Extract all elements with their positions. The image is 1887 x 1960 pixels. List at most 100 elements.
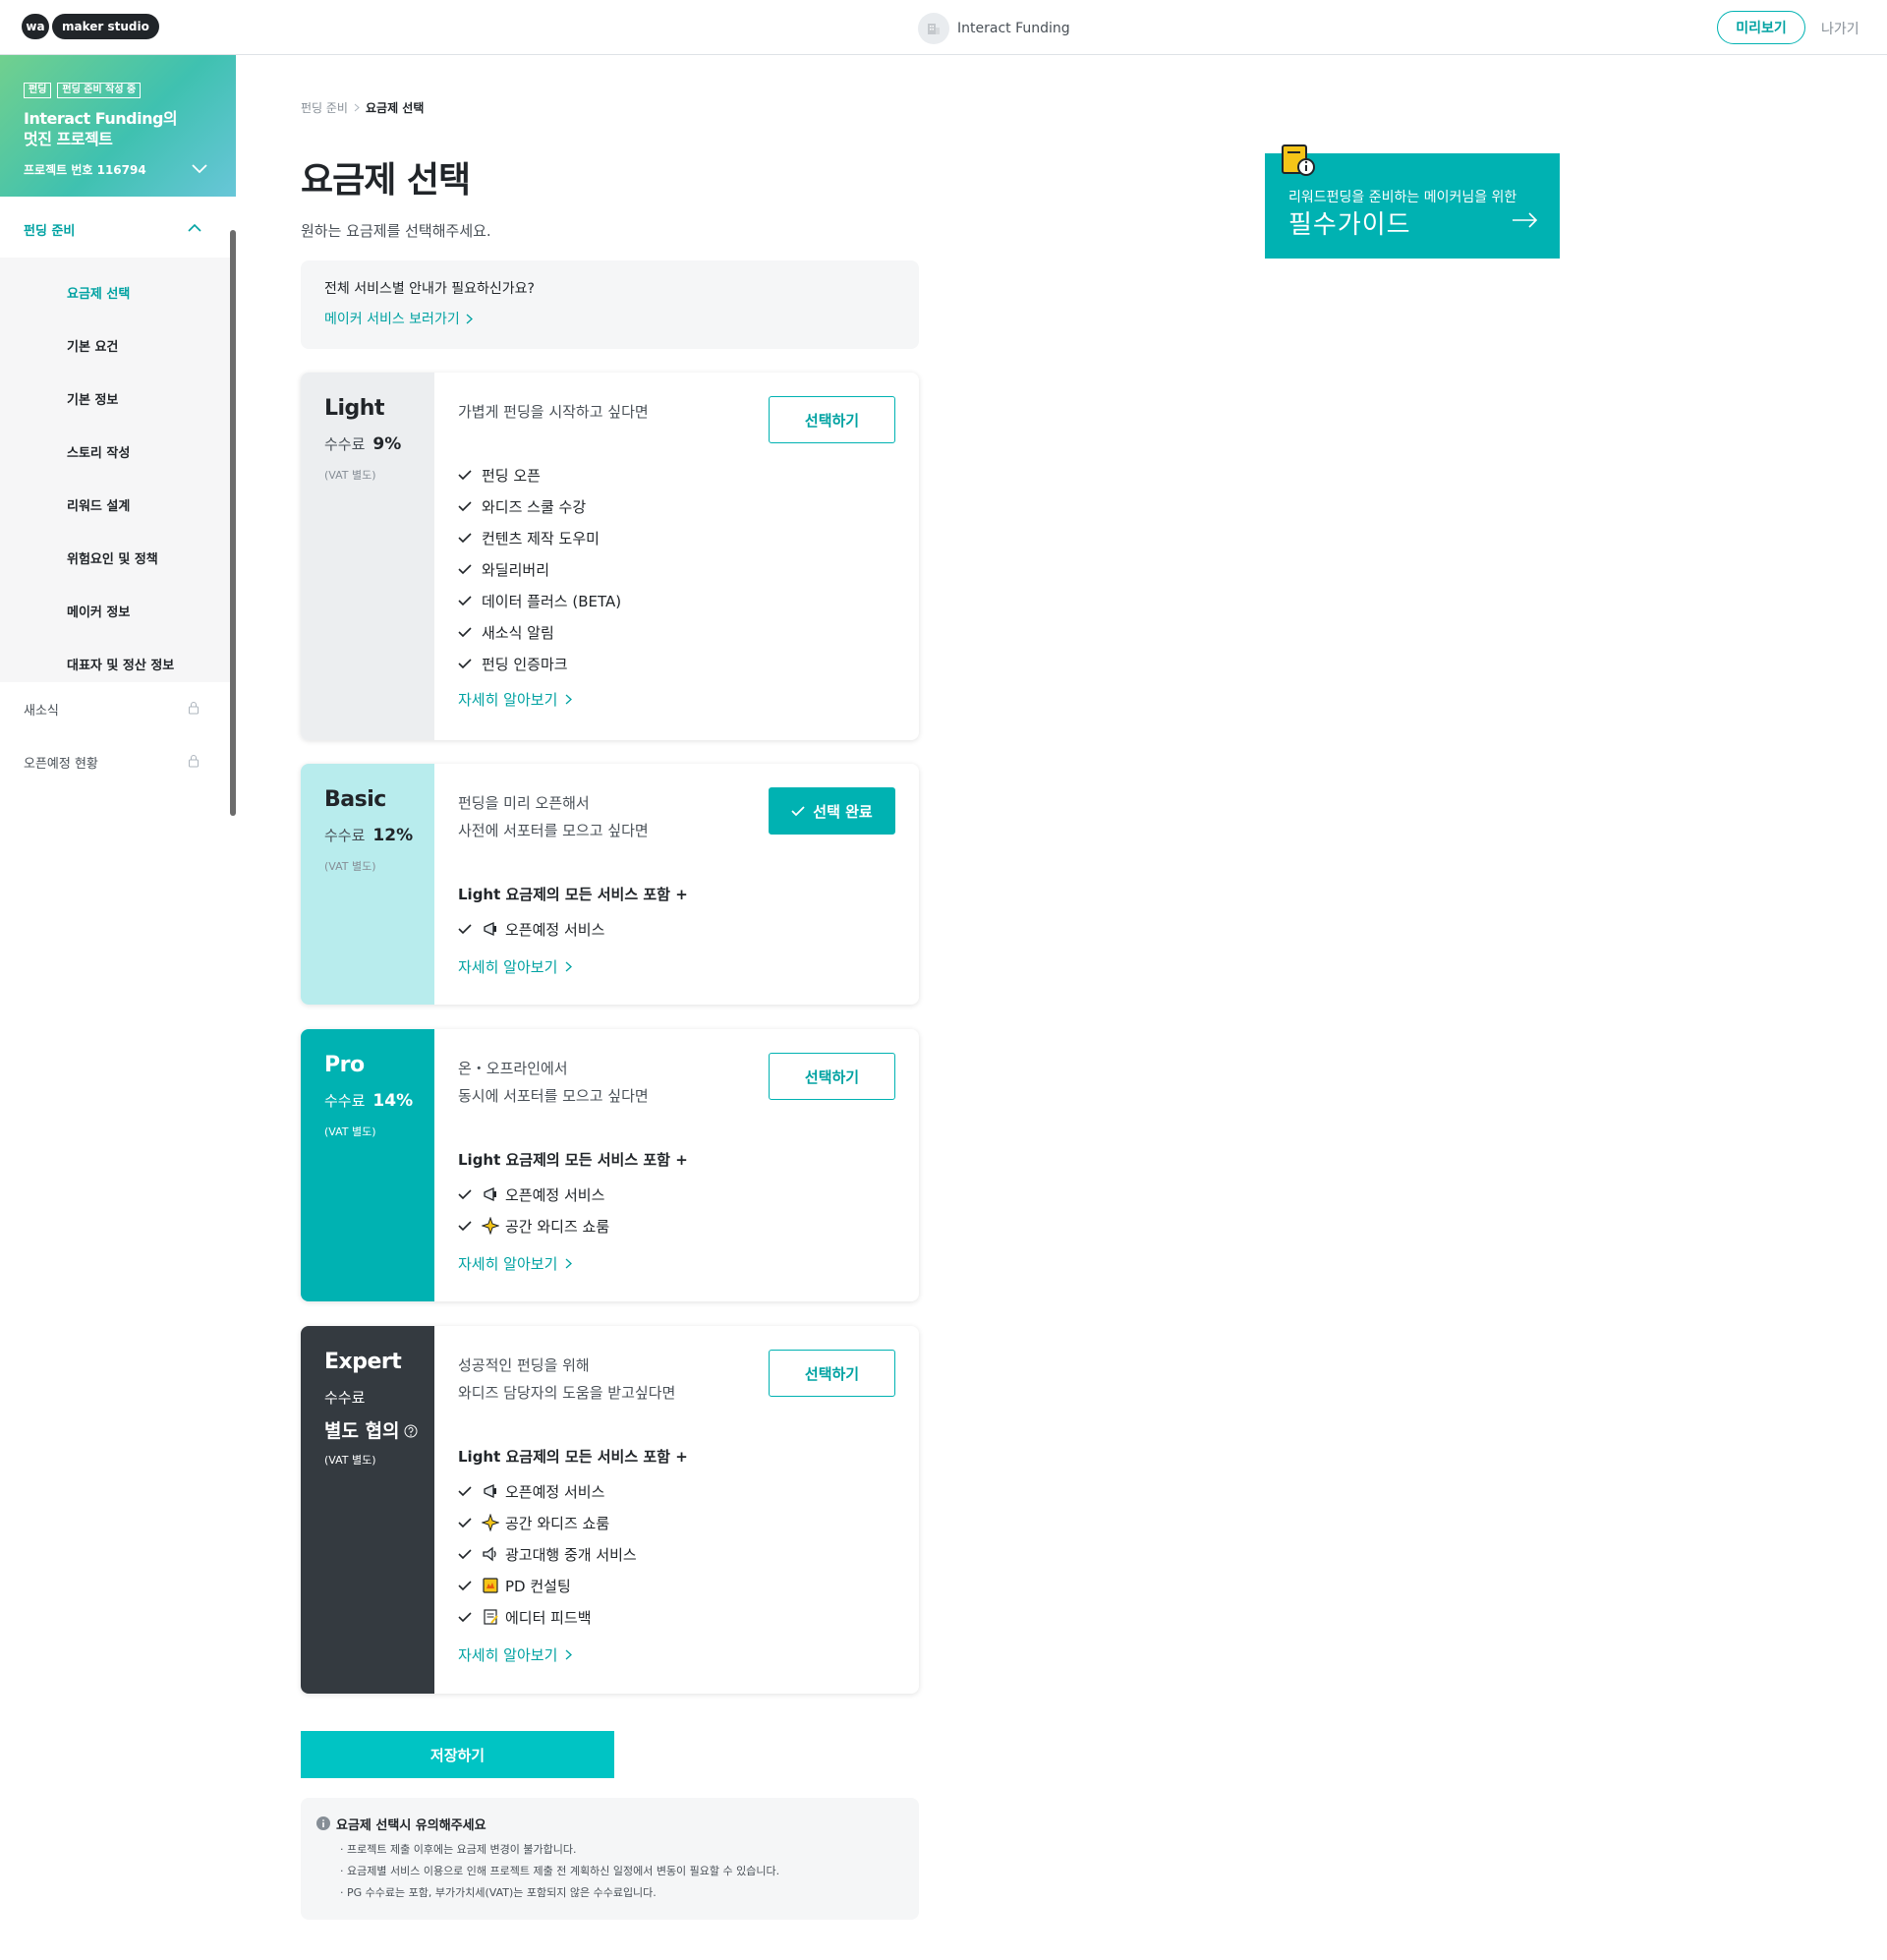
sidebar-item-story[interactable]: 스토리 작성 bbox=[67, 442, 130, 461]
list-item: 펀딩 인증마크 bbox=[458, 648, 621, 679]
memo-icon bbox=[484, 1609, 498, 1625]
plan-name: Basic bbox=[324, 787, 386, 812]
feature-label: 공간 와디즈 쇼룸 bbox=[505, 1217, 610, 1236]
select-plan-button[interactable]: 선택하기 bbox=[769, 1053, 895, 1100]
selected-plan-button[interactable]: 선택 완료 bbox=[769, 787, 895, 835]
plan-description: 성공적인 펀딩을 위해 와디즈 담당자의 도움을 받고싶다면 bbox=[458, 1352, 743, 1407]
sidebar-item-risk-policy[interactable]: 위험요인 및 정책 bbox=[67, 548, 158, 567]
check-icon bbox=[791, 806, 805, 817]
sidebar-submenu: 요금제 선택 기본 요건 기본 정보 스토리 작성 리워드 설계 위험요인 및 … bbox=[0, 258, 230, 682]
feature-label: 오픈예정 서비스 bbox=[505, 1185, 605, 1204]
includes-light-label: Light 요금제의 모든 서비스 포함 + bbox=[458, 886, 688, 903]
sidebar-item-settlement[interactable]: 대표자 및 정산 정보 bbox=[67, 655, 174, 673]
list-item: 공간 와디즈 쇼룸 bbox=[458, 1210, 609, 1241]
breadcrumb: 펀딩 준비 요금제 선택 bbox=[301, 99, 424, 116]
plan-detail-pro: 온・오프라인에서 동시에 서포터를 모으고 싶다면 선택하기 Light 요금제… bbox=[434, 1029, 919, 1301]
sidebar-item-news[interactable]: 새소식 bbox=[24, 700, 59, 719]
sidebar-item-maker-info[interactable]: 메이커 정보 bbox=[67, 602, 130, 620]
learn-more-link[interactable]: 자세히 알아보기 bbox=[458, 1253, 573, 1274]
plan-description: 펀딩을 미리 오픈해서 사전에 서포터를 모으고 싶다면 bbox=[458, 789, 743, 844]
sidebar-scrollbar[interactable] bbox=[230, 230, 236, 816]
fee-row: 수수료 9% bbox=[324, 433, 401, 454]
feature-label: 펀딩 오픈 bbox=[482, 466, 541, 485]
sidebar-item-requirements[interactable]: 기본 요건 bbox=[67, 336, 118, 355]
plan-detail-basic: 펀딩을 미리 오픈해서 사전에 서포터를 모으고 싶다면 선택 완료 Light… bbox=[434, 764, 919, 1005]
plan-description-line: 동시에 서포터를 모으고 싶다면 bbox=[458, 1087, 649, 1105]
list-item: 새소식 알림 bbox=[458, 616, 621, 648]
list-item: 데이터 플러스 (BETA) bbox=[458, 585, 621, 616]
plan-detail-expert: 성공적인 펀딩을 위해 와디즈 담당자의 도움을 받고싶다면 선택하기 Ligh… bbox=[434, 1326, 919, 1694]
learn-more-label: 자세히 알아보기 bbox=[458, 958, 558, 976]
save-button[interactable]: 저장하기 bbox=[301, 1731, 614, 1778]
plan-description-line: 가볍게 펀딩을 시작하고 싶다면 bbox=[458, 403, 649, 421]
learn-more-label: 자세히 알아보기 bbox=[458, 1646, 558, 1664]
plan-description-line: 와디즈 담당자의 도움을 받고싶다면 bbox=[458, 1384, 676, 1402]
learn-more-link[interactable]: 자세히 알아보기 bbox=[458, 689, 573, 710]
feature-label: 컨텐츠 제작 도우미 bbox=[482, 529, 600, 548]
maker-service-link[interactable]: 메이커 서비스 보러가기 bbox=[324, 309, 473, 328]
breadcrumb-parent[interactable]: 펀딩 준비 bbox=[301, 99, 348, 116]
maker-studio-logo[interactable]: wa maker studio bbox=[22, 14, 159, 39]
list-item: 공간 와디즈 쇼룸 bbox=[458, 1507, 637, 1538]
sidebar-item-open-status[interactable]: 오픈예정 현황 bbox=[24, 753, 98, 772]
chevron-right-icon bbox=[466, 314, 473, 323]
check-icon bbox=[458, 627, 472, 638]
list-item: 와딜리버리 bbox=[458, 553, 621, 585]
feature-list: 오픈예정 서비스 공간 와디즈 쇼룸 bbox=[458, 1179, 609, 1241]
check-icon bbox=[458, 1189, 472, 1200]
logo-maker-studio: maker studio bbox=[52, 14, 159, 39]
plan-name: Pro bbox=[324, 1053, 365, 1077]
feature-label: 와디즈 스쿨 수강 bbox=[482, 497, 587, 516]
top-header: wa maker studio Interact Funding 미리보기 나가… bbox=[0, 0, 1887, 55]
chevron-right-icon bbox=[565, 961, 573, 972]
notice-line: · 프로젝트 제출 이후에는 요금제 변경이 불가합니다. bbox=[340, 1843, 577, 1856]
check-icon bbox=[458, 1612, 472, 1623]
fee-label: 수수료 bbox=[324, 435, 366, 453]
plan-card-expert: Expert 수수료 별도 협의 (VAT 별도) 성공적인 펀딩을 위해 와디… bbox=[301, 1326, 919, 1694]
select-plan-button[interactable]: 선택하기 bbox=[769, 396, 895, 443]
sidebar-section-funding-prep[interactable]: 펀딩 준비 bbox=[0, 197, 230, 258]
plan-name: Light bbox=[324, 396, 385, 421]
chevron-right-icon bbox=[354, 103, 360, 112]
chevron-down-icon[interactable] bbox=[191, 159, 208, 177]
service-info-box: 전체 서비스별 안내가 필요하신가요? 메이커 서비스 보러가기 bbox=[301, 260, 919, 349]
list-item: 와디즈 스쿨 수강 bbox=[458, 490, 621, 522]
essential-guide-banner[interactable]: 리워드펀딩을 준비하는 메이커님을 위한 필수가이드 bbox=[1265, 144, 1560, 259]
select-plan-button[interactable]: 선택하기 bbox=[769, 1350, 895, 1397]
fee-value: 별도 협의 bbox=[324, 1420, 400, 1442]
feature-label: 데이터 플러스 (BETA) bbox=[482, 592, 622, 610]
sidebar-item-reward[interactable]: 리워드 설계 bbox=[67, 495, 130, 514]
project-indicator: Interact Funding bbox=[918, 13, 1070, 44]
sidebar-item-basic-info[interactable]: 기본 정보 bbox=[67, 389, 118, 408]
fee-row: 수수료 12% bbox=[324, 825, 413, 845]
plan-card-basic: Basic 수수료 12% (VAT 별도) 펀딩을 미리 오픈해서 사전에 서… bbox=[301, 764, 919, 1005]
plan-description-line: 성공적인 펀딩을 위해 bbox=[458, 1356, 590, 1374]
feature-label: 광고대행 중개 서비스 bbox=[505, 1545, 637, 1564]
exit-link[interactable]: 나가기 bbox=[1821, 19, 1859, 38]
check-icon bbox=[458, 470, 472, 481]
notice-title: 요금제 선택시 유의해주세요 bbox=[336, 1818, 486, 1833]
chevron-up-icon[interactable] bbox=[187, 220, 202, 236]
check-icon bbox=[458, 1486, 472, 1497]
feature-label: PD 컨설팅 bbox=[505, 1577, 571, 1595]
feature-label: 공간 와디즈 쇼룸 bbox=[505, 1514, 610, 1532]
project-name: Interact Funding bbox=[957, 21, 1070, 36]
sidebar-project-card[interactable]: 펀딩 펀딩 준비 작성 중 Interact Funding의 멋진 프로젝트 … bbox=[0, 55, 236, 197]
info-icon bbox=[316, 1816, 330, 1830]
feature-label: 새소식 알림 bbox=[482, 623, 554, 642]
sidebar-item-plan[interactable]: 요금제 선택 bbox=[67, 283, 130, 302]
selected-label: 선택 완료 bbox=[813, 802, 873, 821]
learn-more-link[interactable]: 자세히 알아보기 bbox=[458, 956, 573, 977]
megaphone-icon bbox=[484, 1186, 496, 1202]
feature-list: 오픈예정 서비스 공간 와디즈 쇼룸 광고대행 중개 서비스 PD 컨설팅 에디… bbox=[458, 1475, 637, 1633]
fee-row: 수수료 14% bbox=[324, 1090, 413, 1111]
fee-label: 수수료 bbox=[324, 1389, 366, 1407]
question-icon[interactable] bbox=[404, 1424, 418, 1438]
plan-name: Expert bbox=[324, 1350, 402, 1374]
preview-button[interactable]: 미리보기 bbox=[1717, 11, 1805, 44]
breadcrumb-current: 요금제 선택 bbox=[365, 101, 425, 115]
lock-icon bbox=[189, 755, 199, 768]
check-icon bbox=[458, 1518, 472, 1528]
plan-summary-expert: Expert 수수료 별도 협의 (VAT 별도) bbox=[301, 1326, 434, 1694]
learn-more-link[interactable]: 자세히 알아보기 bbox=[458, 1644, 573, 1665]
